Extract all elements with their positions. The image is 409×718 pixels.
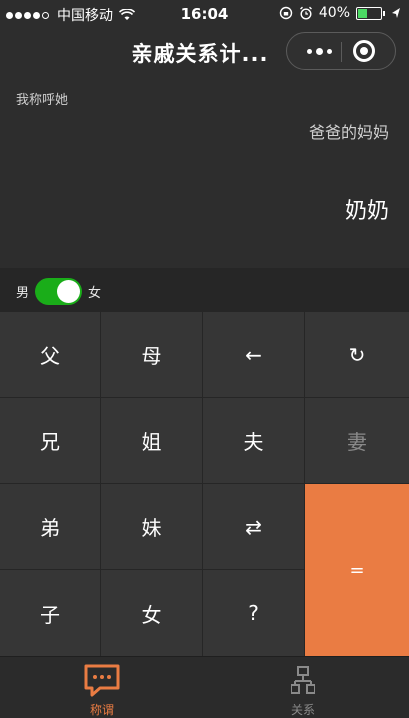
status-right-group: 40% [279, 5, 401, 21]
key-elder-sister[interactable]: 姐 [101, 398, 202, 483]
status-bar: 中国移动 16:04 40% [0, 0, 409, 28]
gender-female-label: 女 [88, 286, 102, 301]
tab-calc[interactable]: 称谓 [42, 657, 162, 718]
gender-selector: 男 女 [0, 268, 409, 312]
key-reset[interactable]: ↻ [305, 312, 409, 397]
tab-bar: 称谓 关系 [0, 656, 409, 718]
key-younger-sister[interactable]: 妹 [101, 484, 202, 569]
battery-cap [383, 10, 385, 16]
more-dots-icon[interactable] [299, 33, 339, 69]
tab-relation-label: 关系 [290, 703, 315, 717]
key-younger-brother[interactable]: 弟 [0, 484, 100, 569]
relation-tree-icon [291, 666, 315, 694]
keypad: 父 母 ← ↻ 兄 姐 夫 妻 弟 妹 ⇄ = 子 女 ? [0, 312, 409, 656]
battery-fill [358, 8, 367, 18]
key-equals[interactable]: = [305, 484, 409, 656]
gender-male-label: 男 [16, 286, 30, 301]
tab-relation[interactable]: 关系 [243, 657, 363, 718]
result-text: 奶奶 [344, 199, 389, 224]
chat-bubble-icon [84, 664, 120, 697]
key-mother[interactable]: 母 [101, 312, 202, 397]
lock-rotation-icon [279, 6, 293, 20]
page-title: 亲戚关系计... [131, 42, 269, 66]
battery-icon [356, 6, 382, 20]
location-icon [392, 8, 400, 18]
result-display: 我称呼她 爸爸的妈妈 奶奶 [0, 76, 409, 266]
key-father[interactable]: 父 [0, 312, 100, 397]
capsule-divider [341, 42, 342, 62]
key-elder-brother[interactable]: 兄 [0, 398, 100, 483]
key-daughter[interactable]: 女 [101, 570, 202, 656]
key-wife[interactable]: 妻 [305, 398, 409, 483]
nav-bar: 亲戚关系计... [0, 28, 409, 76]
key-question[interactable]: ? [203, 570, 304, 656]
alarm-icon [299, 6, 312, 20]
key-backspace[interactable]: ← [203, 312, 304, 397]
call-label: 我称呼她 [16, 93, 69, 108]
battery-percent: 40% [318, 5, 350, 21]
tab-calc-label: 称谓 [89, 703, 114, 717]
close-circle-icon[interactable] [353, 40, 375, 62]
mini-program-capsule [286, 32, 396, 70]
key-husband[interactable]: 夫 [203, 398, 304, 483]
key-son[interactable]: 子 [0, 570, 100, 656]
relation-input-text: 爸爸的妈妈 [308, 123, 389, 142]
toggle-knob [57, 280, 80, 303]
key-swap[interactable]: ⇄ [203, 484, 304, 569]
gender-toggle[interactable] [35, 278, 82, 305]
